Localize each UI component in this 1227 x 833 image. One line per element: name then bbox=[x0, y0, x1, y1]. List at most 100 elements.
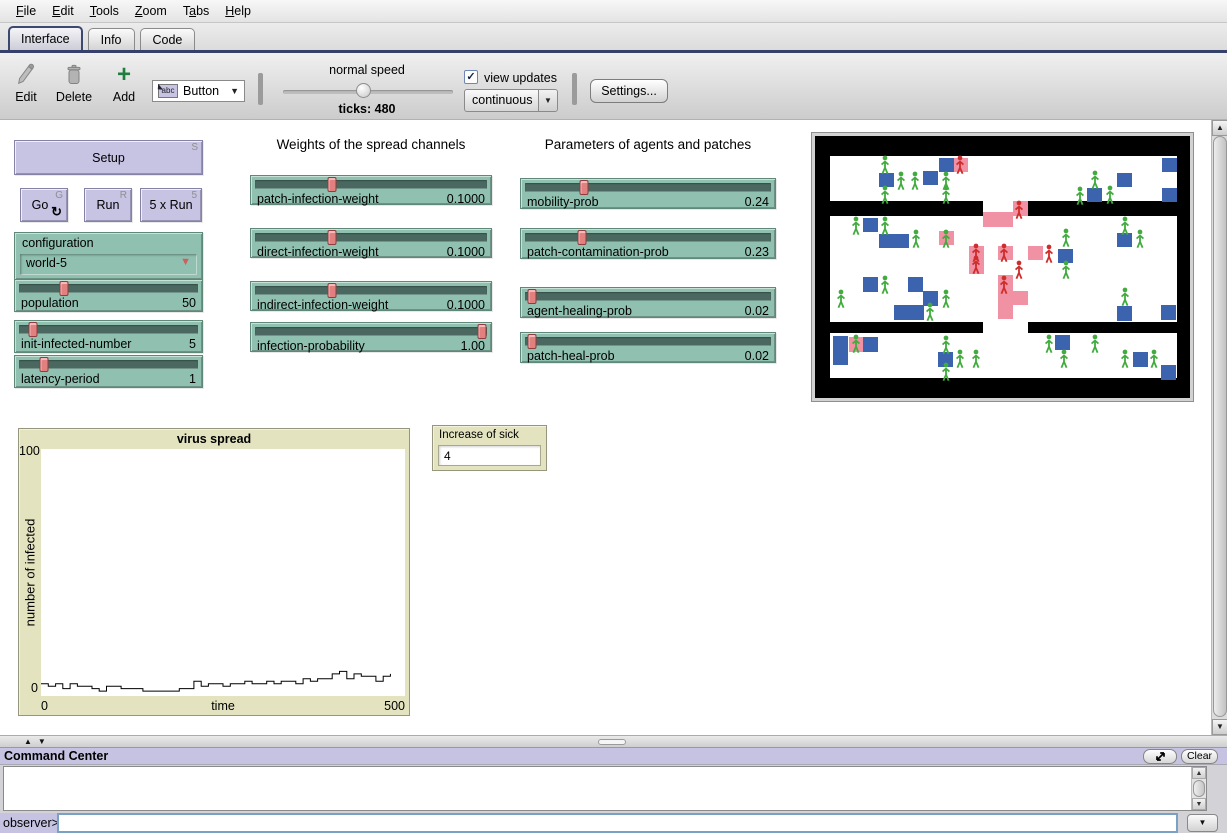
slider-patch-heal-prob[interactable]: patch-heal-prob0.02 bbox=[520, 332, 776, 363]
splitter-grip[interactable] bbox=[598, 739, 626, 745]
slider-thumb[interactable] bbox=[577, 230, 586, 245]
slider-init-infected-number[interactable]: init-infected-number5 bbox=[14, 320, 203, 353]
splitter-arrows[interactable]: ▲▼ bbox=[24, 737, 52, 746]
command-input[interactable] bbox=[57, 813, 1178, 833]
furniture-block bbox=[908, 277, 923, 291]
chooser-value-field[interactable]: world-5 ▼ bbox=[20, 254, 197, 275]
run-5x-button[interactable]: 5 x Run 5 bbox=[140, 188, 202, 222]
slider-thumb[interactable] bbox=[327, 230, 336, 245]
slider-direct-infection-weight[interactable]: direct-infection-weight0.1000 bbox=[250, 228, 492, 258]
command-center-splitter[interactable]: ▲▼ bbox=[0, 735, 1227, 748]
scrollbar-thumb[interactable] bbox=[1213, 136, 1227, 717]
slider-track[interactable] bbox=[525, 233, 771, 242]
slider-track[interactable] bbox=[525, 292, 771, 301]
healthy-agent bbox=[880, 155, 890, 174]
slider-thumb[interactable] bbox=[528, 289, 537, 304]
menu-tabs[interactable]: Tabs bbox=[175, 2, 217, 20]
slider-agent-healing-prob[interactable]: agent-healing-prob0.02 bbox=[520, 287, 776, 318]
widget-type-dropdown[interactable]: abc Button ▼ bbox=[152, 80, 245, 102]
tab-info[interactable]: Info bbox=[88, 28, 135, 50]
furniture-block bbox=[1161, 365, 1176, 379]
slider-label: init-infected-number bbox=[21, 337, 131, 351]
prompt-context-dropdown[interactable]: ▼ bbox=[1187, 814, 1218, 832]
slider-track[interactable] bbox=[255, 180, 487, 189]
update-mode-value: continuous bbox=[472, 93, 532, 107]
slider-value: 50 bbox=[182, 296, 196, 310]
menu-tools[interactable]: Tools bbox=[82, 2, 127, 20]
tab-code[interactable]: Code bbox=[140, 28, 196, 50]
output-scrollbar[interactable]: ▲ ▼ bbox=[1191, 767, 1206, 810]
run-button[interactable]: Run R bbox=[84, 188, 132, 222]
increase-of-sick-monitor: Increase of sick 4 bbox=[432, 425, 547, 471]
slider-indirect-infection-weight[interactable]: indirect-infection-weight0.1000 bbox=[250, 281, 492, 311]
slider-thumb[interactable] bbox=[29, 322, 38, 337]
menu-help[interactable]: Help bbox=[217, 2, 259, 20]
slider-infection-probability[interactable]: infection-probability1.00 bbox=[250, 322, 492, 352]
slider-thumb[interactable] bbox=[478, 324, 487, 339]
expand-command-center-button[interactable] bbox=[1143, 749, 1177, 764]
main-vertical-scrollbar[interactable]: ▲ ▼ bbox=[1211, 120, 1227, 735]
clear-button[interactable]: Clear bbox=[1181, 749, 1218, 764]
slider-patch-contamination-prob[interactable]: patch-contamination-prob0.23 bbox=[520, 228, 776, 259]
scroll-down-arrow[interactable]: ▼ bbox=[1192, 798, 1206, 810]
world-view[interactable] bbox=[812, 133, 1193, 401]
slider-track[interactable] bbox=[19, 284, 198, 293]
collapse-up-icon[interactable]: ▲ bbox=[24, 737, 32, 746]
view-updates-checkbox[interactable]: ✓ bbox=[464, 70, 478, 84]
dropdown-triangle-icon: ▼ bbox=[180, 256, 191, 275]
slider-patch-infection-weight[interactable]: patch-infection-weight0.1000 bbox=[250, 175, 492, 205]
diagonal-arrows-icon bbox=[1155, 751, 1166, 762]
slider-track[interactable] bbox=[19, 325, 198, 334]
slider-thumb[interactable] bbox=[327, 283, 336, 298]
menu-edit[interactable]: Edit bbox=[44, 2, 82, 20]
setup-button[interactable]: Setup S bbox=[14, 140, 203, 175]
furniture-block bbox=[923, 171, 938, 185]
furniture-block bbox=[1162, 158, 1177, 172]
healthy-agent bbox=[1075, 186, 1085, 205]
scroll-up-arrow[interactable]: ▲ bbox=[1192, 767, 1206, 779]
update-mode-dropdown[interactable]: continuous ▼ bbox=[464, 89, 558, 112]
slider-population[interactable]: population50 bbox=[14, 279, 203, 312]
slider-track[interactable] bbox=[255, 286, 487, 295]
slider-thumb[interactable] bbox=[59, 281, 68, 296]
add-widget-button[interactable]: + Add bbox=[104, 62, 144, 104]
contaminated-patch bbox=[1028, 246, 1043, 260]
slider-latency-period[interactable]: latency-period1 bbox=[14, 355, 203, 388]
slider-track[interactable] bbox=[255, 233, 487, 242]
params-section-title: Parameters of agents and patches bbox=[520, 137, 776, 152]
slider-track[interactable] bbox=[255, 327, 487, 336]
healthy-agent bbox=[911, 230, 921, 249]
edit-tool-button[interactable]: Edit bbox=[6, 62, 46, 104]
collapse-down-icon[interactable]: ▼ bbox=[38, 737, 46, 746]
scroll-down-arrow[interactable]: ▼ bbox=[1212, 719, 1227, 735]
speed-slider-thumb[interactable] bbox=[356, 83, 371, 98]
tab-interface[interactable]: Interface bbox=[8, 26, 83, 50]
tab-bar: InterfaceInfoCode bbox=[0, 23, 1227, 53]
slider-thumb[interactable] bbox=[40, 357, 49, 372]
slider-track[interactable] bbox=[19, 360, 198, 369]
scroll-up-arrow[interactable]: ▲ bbox=[1212, 120, 1227, 136]
slider-track[interactable] bbox=[525, 183, 771, 192]
slider-track[interactable] bbox=[525, 337, 771, 346]
slider-thumb[interactable] bbox=[580, 180, 589, 195]
menu-zoom[interactable]: Zoom bbox=[127, 2, 175, 20]
furniture-block bbox=[1087, 188, 1102, 202]
scrollbar-thumb[interactable] bbox=[1193, 780, 1205, 797]
healthy-agent bbox=[941, 230, 951, 249]
menu-file[interactable]: File bbox=[8, 2, 44, 20]
y-axis-title: number of infected bbox=[23, 458, 38, 688]
slider-thumb[interactable] bbox=[327, 177, 336, 192]
virus-spread-plot: virus spread 100 0 number of infected 0 … bbox=[18, 428, 410, 716]
slider-label: latency-period bbox=[21, 372, 100, 386]
slider-mobility-prob[interactable]: mobility-prob0.24 bbox=[520, 178, 776, 209]
settings-button[interactable]: Settings... bbox=[590, 79, 668, 103]
contaminated-patch bbox=[1013, 291, 1028, 305]
furniture-block bbox=[939, 158, 954, 172]
chooser-value: world-5 bbox=[26, 256, 67, 275]
command-center-output[interactable]: ▲ ▼ bbox=[3, 766, 1207, 811]
furniture-block bbox=[863, 218, 878, 232]
slider-thumb[interactable] bbox=[528, 334, 537, 349]
go-button[interactable]: Go G ↻ bbox=[20, 188, 68, 222]
delete-tool-button[interactable]: Delete bbox=[50, 62, 98, 104]
configuration-chooser[interactable]: configuration world-5 ▼ bbox=[14, 232, 203, 280]
